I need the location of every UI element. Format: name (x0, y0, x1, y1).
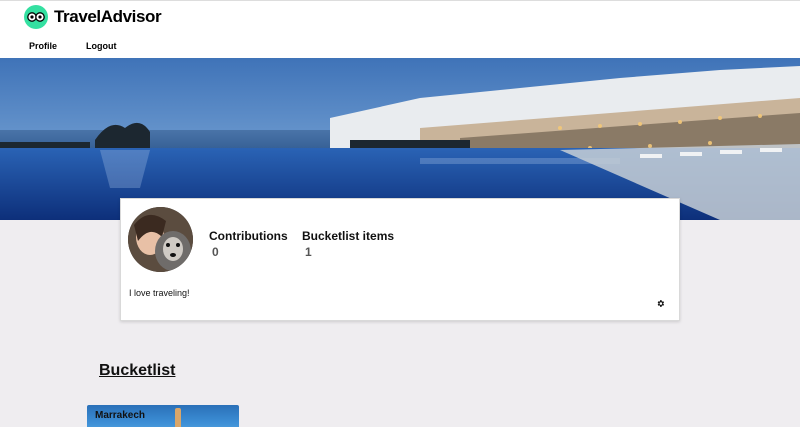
profile-card: Contributions 0 Bucketlist items 1 I lov… (120, 198, 680, 321)
nav-logout-link[interactable]: Logout (86, 41, 117, 51)
bucketlist-items-stat: Bucketlist items 1 (302, 229, 394, 259)
owl-eyes-icon (24, 5, 48, 29)
main-nav: Profile Logout (29, 41, 146, 51)
contributions-label: Contributions (209, 229, 288, 243)
bucketlist-heading: Bucketlist (99, 362, 176, 379)
avatar (128, 207, 193, 272)
brand-logo[interactable]: TravelAdvisor (24, 5, 162, 29)
gear-icon[interactable] (655, 298, 665, 308)
brand-name: TravelAdvisor (54, 7, 162, 26)
nav-profile-link[interactable]: Profile (29, 41, 57, 51)
top-navbar: TravelAdvisor Profile Logout (0, 0, 800, 58)
bucketlist-items-value: 1 (305, 245, 312, 259)
card-image-detail (175, 408, 181, 427)
bucketlist-items-label: Bucketlist items (302, 229, 395, 243)
profile-bio: I love traveling! (129, 288, 190, 298)
contributions-value: 0 (212, 245, 219, 259)
bucketlist-item-label: Marrakech (95, 410, 146, 421)
hero-banner-image (0, 58, 800, 220)
bucketlist-item-card[interactable]: Marrakech (87, 405, 239, 427)
contributions-stat: Contributions 0 (209, 229, 288, 259)
